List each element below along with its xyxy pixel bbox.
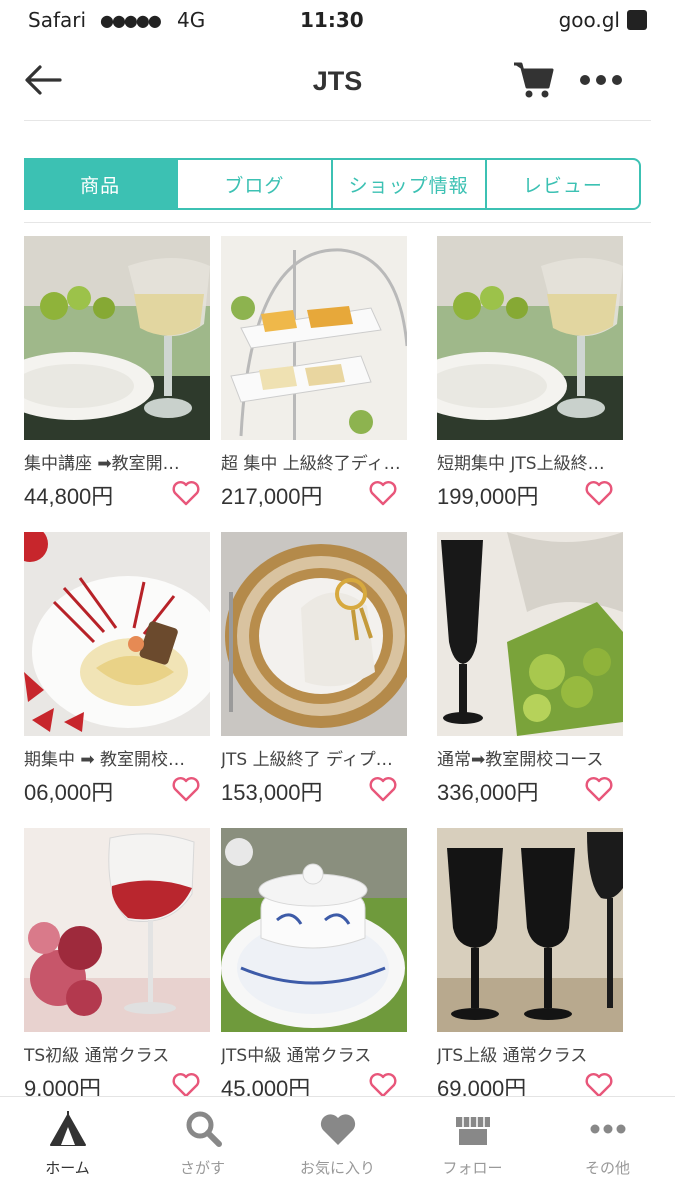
heart-icon[interactable] bbox=[172, 480, 200, 506]
heart-icon[interactable] bbox=[369, 776, 397, 802]
tab-blog[interactable]: ブログ bbox=[178, 160, 333, 208]
divider bbox=[24, 222, 651, 223]
product-name: TS初級 通常クラス bbox=[24, 1046, 170, 1066]
product-name: JTS 上級終了 ディプ… bbox=[221, 750, 393, 770]
tab-shop-info[interactable]: ショップ情報 bbox=[333, 160, 487, 208]
product-name: 期集中 ➡ 教室開校… bbox=[24, 750, 186, 770]
heart-icon[interactable] bbox=[369, 1072, 397, 1098]
product-name: 短期集中 JTS上級終… bbox=[437, 454, 605, 474]
clock: 11:30 bbox=[300, 8, 364, 32]
product-card[interactable]: 集中講座 ➡教室開… 44,800円 bbox=[24, 236, 210, 512]
product-name: 超 集中 上級終了ディ… bbox=[221, 454, 401, 474]
heart-icon[interactable] bbox=[172, 776, 200, 802]
nav-label: お気に入り bbox=[299, 1159, 375, 1177]
product-card[interactable]: JTS中級 通常クラス 45,000円 bbox=[221, 828, 407, 1104]
tent-icon bbox=[49, 1111, 86, 1146]
product-card[interactable]: JTS上級 通常クラス 69,000円 bbox=[437, 828, 623, 1104]
app-header: JTS bbox=[0, 42, 675, 120]
tab-reviews[interactable]: レビュー bbox=[487, 160, 639, 208]
product-card[interactable]: 短期集中 JTS上級終… 199,000円 bbox=[437, 236, 623, 512]
product-card[interactable]: JTS 上級終了 ディプ… 153,000円 bbox=[221, 532, 407, 808]
product-image[interactable] bbox=[24, 828, 210, 1032]
nav-search[interactable]: さがす bbox=[135, 1097, 270, 1200]
nav-label: さがす bbox=[179, 1159, 225, 1177]
url-label: goo.gl bbox=[558, 8, 620, 32]
product-image[interactable] bbox=[221, 532, 407, 736]
signal-indicator: ●●●●● bbox=[100, 11, 162, 30]
nav-follow[interactable]: フォロー bbox=[405, 1097, 540, 1200]
nav-home[interactable]: ホーム bbox=[0, 1097, 135, 1200]
product-name: JTS中級 通常クラス bbox=[221, 1046, 372, 1066]
product-image[interactable] bbox=[221, 828, 407, 1032]
product-card[interactable]: 超 集中 上級終了ディ… 217,000円 bbox=[221, 236, 407, 512]
share-icon[interactable] bbox=[627, 10, 647, 30]
shop-icon bbox=[455, 1117, 490, 1145]
product-card[interactable]: 通常➡教室開校コース 336,000円 bbox=[437, 532, 623, 808]
more-horizontal-icon bbox=[590, 1124, 625, 1134]
product-image[interactable] bbox=[221, 236, 407, 440]
heart-icon[interactable] bbox=[172, 1072, 200, 1098]
bottom-nav: ホーム さがす お気に入り フォロー その他 bbox=[0, 1096, 675, 1200]
heart-icon[interactable] bbox=[585, 776, 613, 802]
heart-icon bbox=[320, 1114, 355, 1145]
divider bbox=[24, 120, 651, 121]
product-image[interactable] bbox=[437, 828, 623, 1032]
product-image[interactable] bbox=[24, 532, 210, 736]
product-image[interactable] bbox=[437, 236, 623, 440]
search-icon bbox=[186, 1111, 222, 1147]
product-image[interactable] bbox=[24, 236, 210, 440]
carrier-label: Safari bbox=[28, 8, 87, 32]
product-card[interactable]: TS初級 通常クラス 9,000円 bbox=[24, 828, 210, 1104]
nav-label: フォロー bbox=[442, 1159, 503, 1177]
heart-icon[interactable] bbox=[585, 480, 613, 506]
cart-icon[interactable] bbox=[512, 60, 554, 100]
heart-icon[interactable] bbox=[585, 1072, 613, 1098]
product-card[interactable]: 期集中 ➡ 教室開校… 06,000円 bbox=[24, 532, 210, 808]
product-name: 集中講座 ➡教室開… bbox=[24, 454, 180, 474]
product-name: 通常➡教室開校コース bbox=[437, 750, 604, 770]
page-title: JTS bbox=[312, 66, 363, 96]
segment-tabs: 商品 ブログ ショップ情報 レビュー bbox=[24, 158, 641, 210]
status-bar: Safari ●●●●● 4G 11:30 goo.gl bbox=[0, 0, 675, 38]
nav-label: ホーム bbox=[45, 1159, 90, 1177]
nav-favorites[interactable]: お気に入り bbox=[270, 1097, 405, 1200]
nav-more[interactable]: その他 bbox=[540, 1097, 675, 1200]
tab-products[interactable]: 商品 bbox=[24, 160, 179, 208]
network-label: 4G bbox=[177, 8, 206, 32]
nav-label: その他 bbox=[584, 1159, 630, 1177]
product-image[interactable] bbox=[437, 532, 623, 736]
heart-icon[interactable] bbox=[369, 480, 397, 506]
more-horizontal-icon[interactable] bbox=[578, 70, 624, 90]
product-name: JTS上級 通常クラス bbox=[437, 1046, 588, 1066]
